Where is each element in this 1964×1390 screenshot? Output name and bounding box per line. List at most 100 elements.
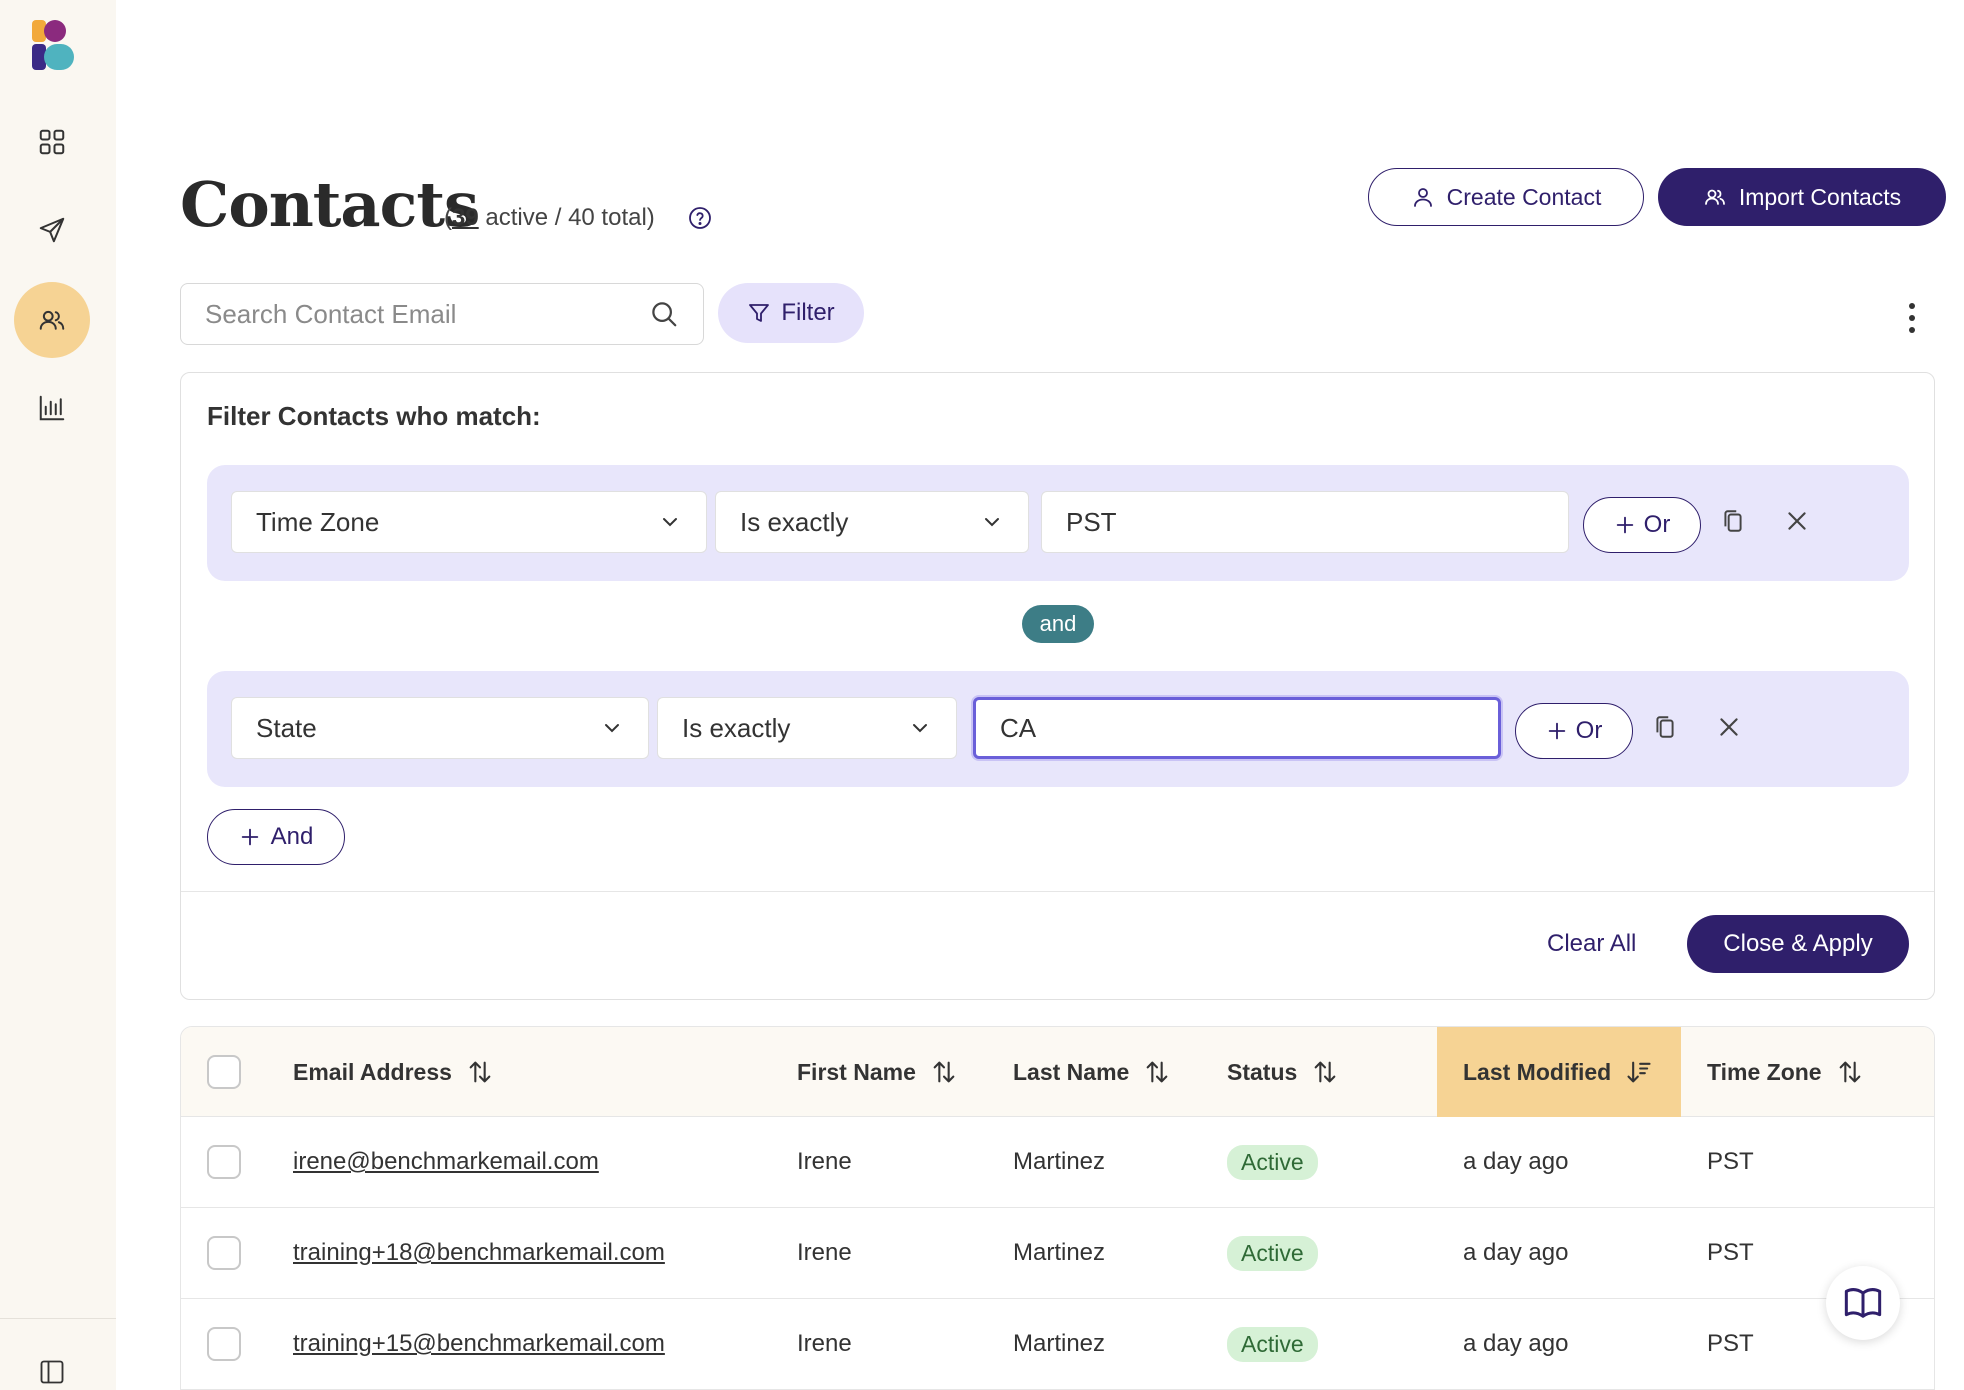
last-name-cell: Martinez (1013, 1239, 1106, 1266)
sort-icon (1839, 1061, 1860, 1083)
first-name-cell: Irene (797, 1330, 852, 1357)
last-modified-cell: a day ago (1463, 1239, 1569, 1266)
contacts-table: Email Address First Name Last Name Statu… (180, 1026, 1935, 1390)
clear-all-button[interactable]: Clear All (1547, 930, 1636, 958)
field-select[interactable]: Time Zone (231, 491, 707, 553)
time-zone-cell: PST (1707, 1148, 1754, 1175)
close-icon (1720, 718, 1738, 736)
duplicate-rule-button[interactable] (1649, 711, 1681, 743)
and-joiner-badge: and (1022, 605, 1094, 643)
status-cell: Active (1227, 1208, 1318, 1298)
contact-count: (39 active / 40 total) (444, 204, 655, 231)
grid-icon (39, 129, 65, 155)
bar-chart-icon (39, 395, 65, 421)
column-first-name[interactable]: First Name (797, 1027, 958, 1117)
column-time-zone[interactable]: Time Zone (1707, 1027, 1864, 1117)
close-icon (1788, 512, 1806, 530)
plus-icon (241, 828, 258, 846)
last-name-cell: Martinez (1013, 1330, 1106, 1357)
more-options-icon[interactable] (1904, 300, 1920, 336)
panel-divider (181, 891, 1934, 892)
first-name-cell: Irene (797, 1239, 852, 1266)
status-badge: Active (1227, 1144, 1318, 1180)
row-checkbox[interactable] (207, 1236, 241, 1270)
import-contacts-button[interactable]: Import Contacts (1658, 168, 1946, 226)
time-zone-cell: PST (1707, 1239, 1754, 1266)
row-checkbox[interactable] (207, 1145, 241, 1179)
email-link[interactable]: irene@benchmarkemail.com (293, 1117, 599, 1207)
filter-rule-group: State Is exactly CA Or (207, 671, 1909, 787)
table-row[interactable]: irene@benchmarkemail.com Irene Martinez … (181, 1117, 1934, 1208)
contacts-icon (39, 310, 65, 330)
nav-dashboard[interactable] (14, 104, 90, 180)
column-last-modified[interactable]: Last Modified (1437, 1027, 1681, 1117)
book-icon (1844, 1288, 1882, 1318)
operator-select[interactable]: Is exactly (715, 491, 1029, 553)
sidebar-toggle-icon[interactable] (38, 1358, 66, 1386)
app-root: Contacts (39 active / 40 total) Create C… (0, 0, 1964, 1390)
email-link[interactable]: training+18@benchmarkemail.com (293, 1208, 665, 1298)
value-input[interactable]: CA (973, 697, 1501, 759)
help-guide-button[interactable] (1826, 1266, 1900, 1340)
remove-rule-button[interactable] (1713, 711, 1745, 743)
nav-reports[interactable] (14, 370, 90, 446)
add-or-button[interactable]: Or (1515, 703, 1633, 759)
brand-logo[interactable] (32, 20, 76, 72)
search-box (180, 283, 704, 345)
chevron-down-icon (663, 518, 677, 527)
table-row[interactable]: training+18@benchmarkemail.com Irene Mar… (181, 1208, 1934, 1299)
chevron-down-icon (605, 724, 619, 733)
column-status[interactable]: Status (1227, 1027, 1339, 1117)
first-name-cell: Irene (797, 1148, 852, 1175)
close-apply-button[interactable]: Close & Apply (1687, 915, 1909, 973)
table-header: Email Address First Name Last Name Statu… (181, 1027, 1934, 1117)
sort-icon (933, 1061, 955, 1083)
sort-icon (469, 1061, 491, 1083)
add-or-button[interactable]: Or (1583, 497, 1701, 553)
search-input[interactable] (205, 298, 649, 330)
column-email[interactable]: Email Address (293, 1027, 494, 1117)
chevron-down-icon (985, 518, 999, 527)
nav-contacts[interactable] (14, 282, 90, 358)
create-contact-button[interactable]: Create Contact (1368, 168, 1644, 226)
status-cell: Active (1227, 1299, 1318, 1389)
sort-icon (1314, 1061, 1336, 1083)
filter-rule-group: Time Zone Is exactly PST Or (207, 465, 1909, 581)
help-circle-icon[interactable] (688, 206, 712, 230)
operator-select[interactable]: Is exactly (657, 697, 957, 759)
last-modified-cell: a day ago (1463, 1330, 1569, 1357)
remove-rule-button[interactable] (1781, 505, 1813, 537)
copy-icon (1724, 510, 1742, 532)
copy-icon (1656, 716, 1674, 738)
sidebar (0, 0, 116, 1390)
status-cell: Active (1227, 1117, 1318, 1207)
time-zone-cell: PST (1707, 1330, 1754, 1357)
status-badge: Active (1227, 1326, 1318, 1362)
users-icon (1704, 189, 1725, 205)
email-link[interactable]: training+15@benchmarkemail.com (293, 1299, 665, 1389)
page-title: Contacts (180, 168, 479, 241)
send-icon (39, 217, 65, 243)
select-all-checkbox[interactable] (207, 1055, 241, 1089)
value-input[interactable]: PST (1041, 491, 1569, 553)
status-badge: Active (1227, 1235, 1318, 1271)
plus-icon (1548, 722, 1565, 740)
last-name-cell: Martinez (1013, 1148, 1106, 1175)
plus-icon (1616, 516, 1633, 534)
column-last-name[interactable]: Last Name (1013, 1027, 1171, 1117)
sort-descending-icon (1627, 1061, 1651, 1083)
table-row[interactable]: training+15@benchmarkemail.com Irene Mar… (181, 1299, 1934, 1390)
nav-campaigns[interactable] (14, 192, 90, 268)
sort-icon (1146, 1061, 1168, 1083)
filter-panel: Filter Contacts who match: Time Zone Is … (180, 372, 1935, 1000)
field-select[interactable]: State (231, 697, 649, 759)
filter-icon (749, 304, 770, 322)
search-icon[interactable] (649, 299, 679, 329)
add-and-button[interactable]: And (207, 809, 345, 865)
duplicate-rule-button[interactable] (1717, 505, 1749, 537)
last-modified-cell: a day ago (1463, 1148, 1569, 1175)
row-checkbox[interactable] (207, 1327, 241, 1361)
chevron-down-icon (913, 724, 927, 733)
filter-button[interactable]: Filter (718, 283, 864, 343)
active-count-link[interactable]: 39 (452, 204, 479, 231)
